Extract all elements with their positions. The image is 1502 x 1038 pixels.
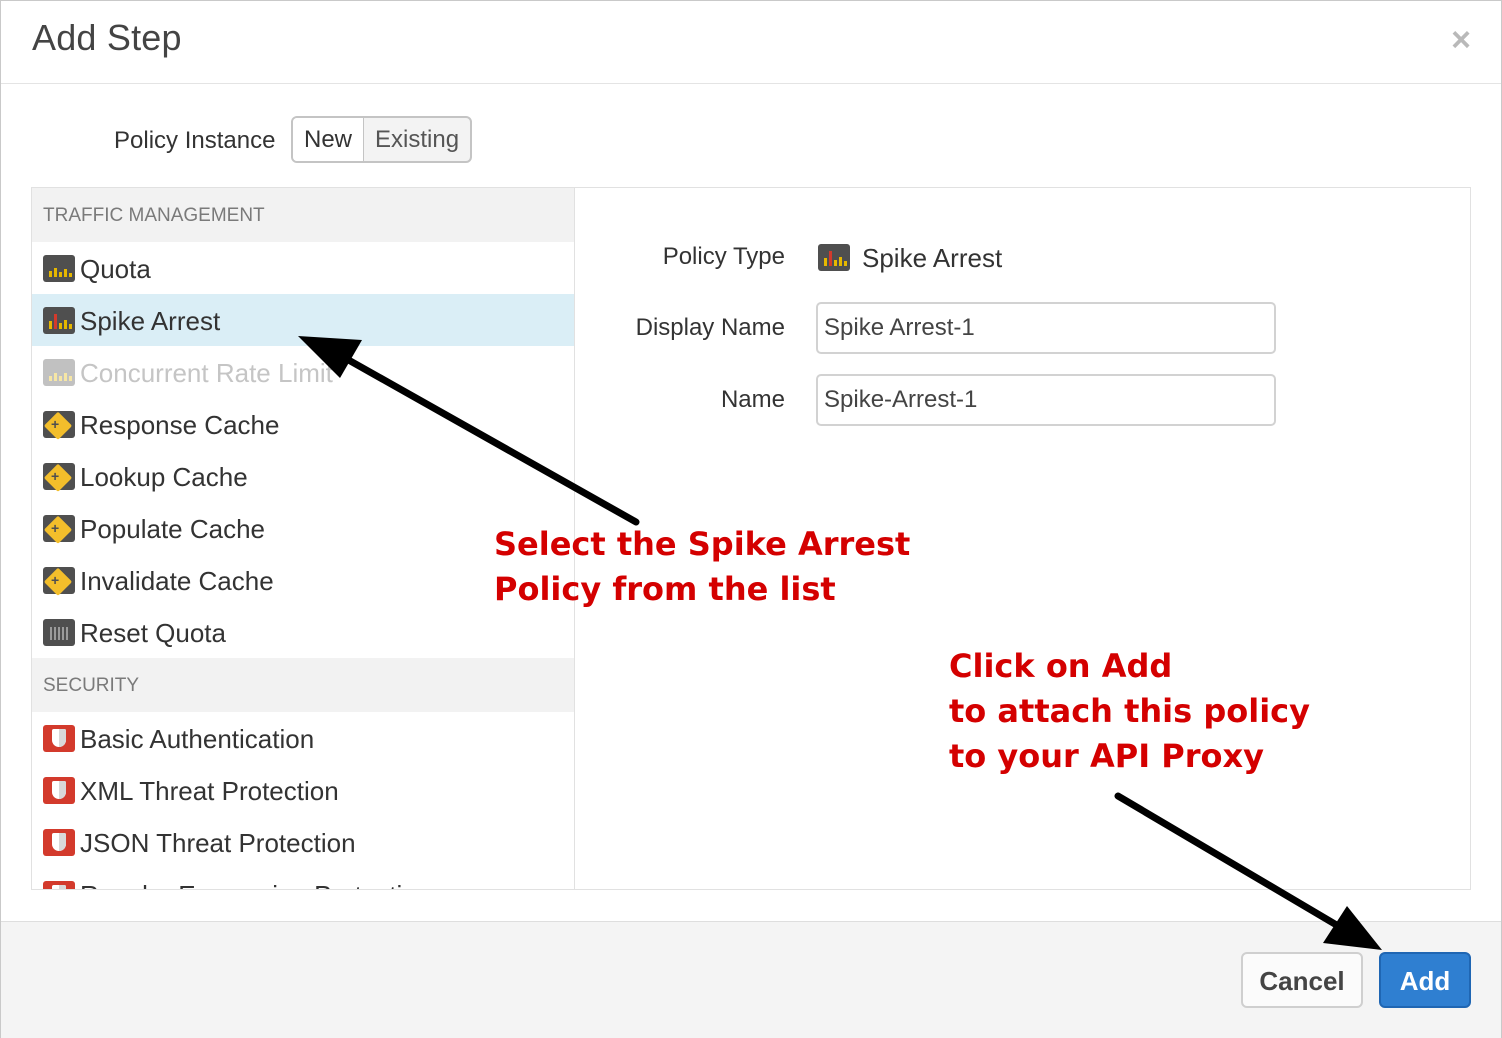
- policy-item-label: Basic Authentication: [80, 724, 315, 754]
- dialog-footer: Cancel Add: [1, 921, 1501, 1038]
- policy-instance-row: Policy Instance New Existing: [1, 116, 701, 164]
- policy-instance-label: Policy Instance: [114, 127, 276, 154]
- spike-arrest-icon: [43, 307, 75, 334]
- spike-arrest-icon: [818, 244, 850, 271]
- policy-item-invalidate-cache[interactable]: + Invalidate Cache: [32, 554, 574, 606]
- cache-icon: +: [43, 515, 75, 544]
- policy-instance-toggle: New Existing: [291, 116, 473, 163]
- policy-item-populate-cache[interactable]: + Populate Cache: [32, 502, 574, 554]
- policy-item-label: Invalidate Cache: [80, 566, 274, 596]
- policy-type-label: Policy Type: [662, 243, 785, 270]
- policy-item-label: Populate Cache: [80, 514, 266, 544]
- policy-item-reset-quota[interactable]: Reset Quota: [32, 606, 574, 658]
- policy-type-row: Policy Type Spike Arrest: [576, 231, 1470, 283]
- add-button[interactable]: Add: [1379, 952, 1471, 1008]
- category-traffic-management: TRAFFIC MANAGEMENT: [32, 188, 574, 242]
- policy-item-label: Quota: [80, 254, 151, 284]
- shield-icon: [43, 881, 75, 889]
- policy-item-lookup-cache[interactable]: + Lookup Cache: [32, 450, 574, 502]
- policy-item-json-threat-protection[interactable]: JSON Threat Protection: [32, 816, 574, 868]
- callout-click-add: Click on Add to attach this policy to yo…: [949, 644, 1310, 779]
- policy-instance-new-option[interactable]: New: [293, 118, 365, 161]
- policy-item-label: Spike Arrest: [80, 306, 221, 336]
- policy-item-label: Response Cache: [80, 410, 280, 440]
- cache-icon: +: [43, 463, 75, 492]
- policy-type-value: Spike Arrest: [862, 243, 1003, 273]
- cancel-button[interactable]: Cancel: [1241, 952, 1363, 1008]
- shield-icon: [43, 829, 75, 856]
- reset-quota-icon: [43, 619, 75, 646]
- policy-item-label: Concurrent Rate Limit: [80, 358, 333, 388]
- policy-item-label: JSON Threat Protection: [80, 828, 356, 858]
- policy-item-quota[interactable]: Quota: [32, 242, 574, 294]
- policy-item-spike-arrest[interactable]: Spike Arrest: [32, 294, 574, 346]
- shield-icon: [43, 725, 75, 752]
- category-security: SECURITY: [32, 658, 574, 712]
- concurrent-rate-limit-icon: [43, 359, 75, 386]
- callout-select-line1: Select the Spike Arrest: [494, 525, 911, 563]
- display-name-label: Display Name: [635, 314, 785, 341]
- policy-item-response-cache[interactable]: + Response Cache: [32, 398, 574, 450]
- callout-add-line1: Click on Add: [949, 647, 1173, 685]
- policy-item-concurrent-rate-limit: Concurrent Rate Limit: [32, 346, 574, 398]
- name-row: Name: [576, 374, 1470, 426]
- policy-item-label: Reset Quota: [80, 618, 226, 648]
- policy-item-label: Lookup Cache: [80, 462, 248, 492]
- display-name-row: Display Name: [576, 302, 1470, 354]
- callout-select-line2: Policy from the list: [494, 570, 836, 608]
- policy-item-label: Regular Expression Protection: [80, 880, 431, 889]
- callout-select-policy: Select the Spike Arrest Policy from the …: [494, 522, 910, 612]
- callout-add-line3: to your API Proxy: [949, 737, 1264, 775]
- policy-item-label: XML Threat Protection: [80, 776, 339, 806]
- cache-icon: +: [43, 411, 75, 440]
- display-name-input[interactable]: [816, 302, 1276, 354]
- callout-add-line2: to attach this policy: [949, 692, 1310, 730]
- policy-item-regular-expression-protection[interactable]: Regular Expression Protection: [32, 868, 574, 889]
- dialog-header: Add Step ×: [1, 1, 1501, 84]
- shield-icon: [43, 777, 75, 804]
- name-input[interactable]: [816, 374, 1276, 426]
- name-label: Name: [720, 386, 785, 413]
- policy-item-basic-authentication[interactable]: Basic Authentication: [32, 712, 574, 764]
- dialog-title: Add Step: [32, 17, 182, 58]
- policy-instance-existing-option[interactable]: Existing: [364, 118, 470, 161]
- policy-item-xml-threat-protection[interactable]: XML Threat Protection: [32, 764, 574, 816]
- close-icon[interactable]: ×: [1451, 23, 1471, 57]
- add-step-dialog: Add Step × Policy Instance New Existing …: [0, 0, 1502, 1038]
- quota-icon: [43, 255, 75, 282]
- cache-icon: +: [43, 567, 75, 596]
